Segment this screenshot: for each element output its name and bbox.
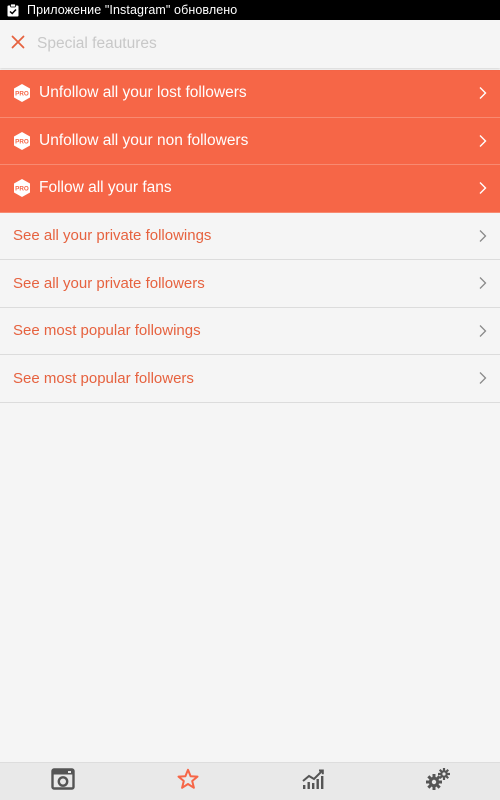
item-label: Unfollow all your non followers <box>39 131 249 149</box>
pro-badge-icon: PRO <box>13 131 31 151</box>
svg-text:PRO: PRO <box>15 186 29 193</box>
pro-badge-icon: PRO <box>13 178 31 198</box>
chevron-right-icon <box>478 276 488 290</box>
popular-followings-item[interactable]: See most popular followings <box>0 308 500 355</box>
close-button[interactable] <box>0 20 36 68</box>
unfollow-non-followers-item[interactable]: PRO Unfollow all your non followers <box>0 117 500 165</box>
pro-badge-icon: PRO <box>13 83 31 103</box>
unfollow-lost-followers-item[interactable]: PRO Unfollow all your lost followers <box>0 70 500 118</box>
item-label: See most popular followings <box>13 322 201 340</box>
chart-icon <box>301 768 325 795</box>
chevron-right-icon <box>478 229 488 243</box>
follow-all-fans-item[interactable]: PRO Follow all your fans <box>0 165 500 213</box>
svg-text:PRO: PRO <box>15 91 29 98</box>
item-label: See most popular followers <box>13 369 194 387</box>
item-label: Follow all your fans <box>39 179 172 197</box>
clipboard-check-icon <box>6 3 20 17</box>
item-label: See all your private followings <box>13 227 212 245</box>
features-list: PRO Unfollow all your lost followers PRO… <box>0 70 500 403</box>
svg-text:PRO: PRO <box>15 138 29 145</box>
private-followers-item[interactable]: See all your private followers <box>0 260 500 308</box>
page-title: Special feautures <box>37 35 157 52</box>
chevron-right-icon <box>478 181 488 195</box>
chevron-right-icon <box>478 324 488 338</box>
status-bar: Приложение "Instagram" обновлено <box>0 0 500 20</box>
app-header: Special feautures <box>0 20 500 68</box>
photo-camera-icon <box>50 768 75 795</box>
chevron-right-icon <box>478 371 488 385</box>
nav-photos-tab[interactable] <box>0 763 125 800</box>
private-followings-item[interactable]: See all your private followings <box>0 213 500 260</box>
chevron-right-icon <box>478 134 488 148</box>
nav-stats-tab[interactable] <box>250 763 375 800</box>
popular-followers-item[interactable]: See most popular followers <box>0 355 500 403</box>
status-notification-text: Приложение "Instagram" обновлено <box>27 3 238 17</box>
nav-features-tab[interactable] <box>125 763 250 800</box>
nav-settings-tab[interactable] <box>375 763 500 800</box>
close-icon <box>11 35 25 54</box>
bottom-navigation <box>0 762 500 800</box>
chevron-right-icon <box>478 86 488 100</box>
star-icon <box>177 768 199 795</box>
item-label: See all your private followers <box>13 274 205 292</box>
item-label: Unfollow all your lost followers <box>39 84 247 102</box>
settings-gears-icon <box>425 767 451 796</box>
